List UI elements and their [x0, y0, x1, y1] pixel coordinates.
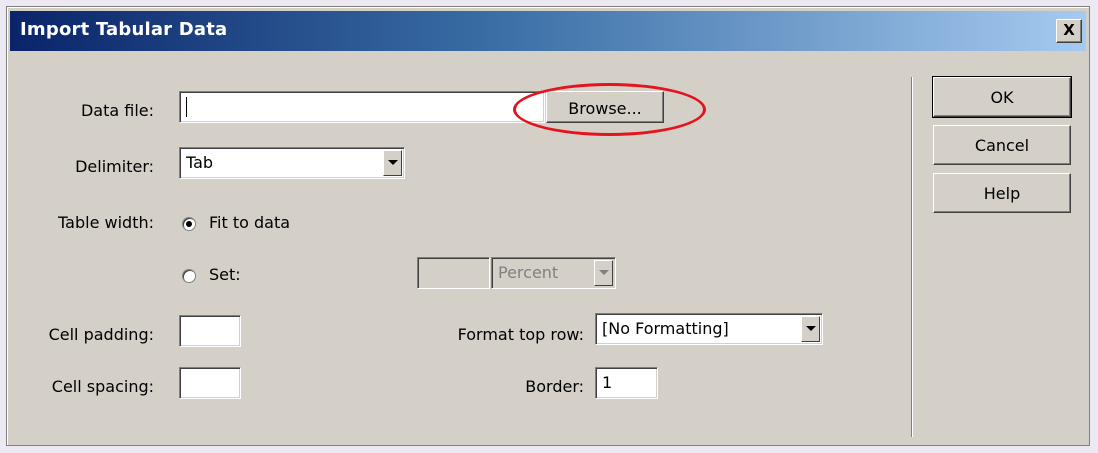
fit-to-data-label: Fit to data [209, 213, 291, 232]
dialog-title: Import Tabular Data [20, 19, 228, 40]
fit-to-data-radio[interactable] [182, 217, 196, 231]
browse-button-label: Browse... [568, 99, 642, 118]
border-value: 1 [602, 373, 613, 392]
browse-button[interactable]: Browse... [546, 91, 664, 123]
delimiter-select[interactable]: Tab [179, 147, 405, 179]
text-cursor [186, 97, 187, 117]
width-unit-value: Percent [498, 263, 559, 282]
cancel-button-label: Cancel [974, 136, 1030, 155]
ok-button-label: OK [990, 88, 1014, 107]
format-top-row-value: [No Formatting] [602, 319, 729, 338]
delimiter-label: Delimiter: [75, 157, 154, 176]
chevron-down-icon[interactable] [383, 150, 402, 176]
close-button[interactable]: X [1056, 19, 1082, 43]
width-unit-select[interactable]: Percent [491, 257, 616, 289]
cell-spacing-input[interactable] [179, 367, 241, 399]
data-file-label: Data file: [80, 101, 154, 120]
help-button-label: Help [983, 184, 1021, 203]
cancel-button[interactable]: Cancel [933, 125, 1071, 165]
set-width-label: Set: [209, 265, 241, 284]
ok-button[interactable]: OK [932, 76, 1072, 118]
chevron-down-icon[interactable] [594, 260, 613, 286]
set-width-input[interactable] [417, 257, 490, 289]
format-top-row-select[interactable]: [No Formatting] [595, 313, 823, 345]
chevron-down-icon[interactable] [801, 316, 820, 342]
border-input[interactable]: 1 [595, 367, 658, 399]
title-bar[interactable]: Import Tabular Data X [10, 11, 1086, 51]
help-button[interactable]: Help [933, 173, 1071, 213]
cell-spacing-label: Cell spacing: [51, 377, 154, 396]
border-label: Border: [525, 377, 584, 396]
set-width-radio[interactable] [182, 269, 196, 283]
data-file-input[interactable] [179, 91, 545, 123]
cell-padding-input[interactable] [179, 315, 241, 347]
cell-padding-label: Cell padding: [48, 325, 154, 344]
delimiter-value: Tab [186, 153, 214, 172]
import-tabular-data-dialog: Import Tabular Data X Data file: Browse.… [6, 6, 1090, 446]
table-width-label: Table width: [58, 213, 154, 232]
format-top-row-label: Format top row: [457, 325, 584, 344]
vertical-divider [911, 77, 913, 437]
close-icon: X [1063, 21, 1075, 39]
